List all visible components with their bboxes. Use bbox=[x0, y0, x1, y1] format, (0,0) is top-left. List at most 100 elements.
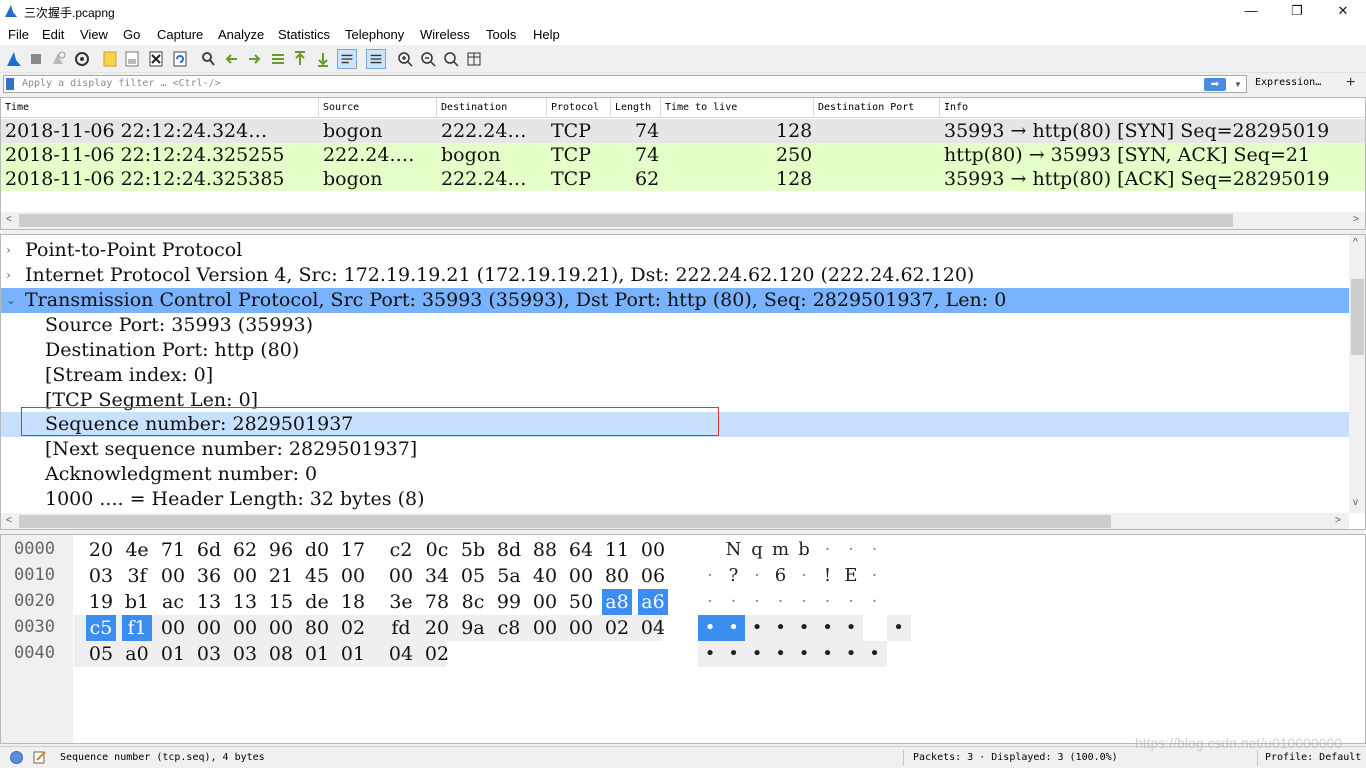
hex-byte[interactable]: 20 bbox=[86, 537, 116, 563]
hex-byte[interactable]: a6 bbox=[638, 589, 668, 615]
hex-byte[interactable]: 02 bbox=[338, 615, 368, 641]
hex-byte[interactable]: c5 bbox=[86, 615, 116, 641]
hex-byte[interactable]: 18 bbox=[338, 589, 368, 615]
ascii-char[interactable]: • bbox=[698, 641, 722, 667]
scrollbar-thumb[interactable] bbox=[19, 515, 1111, 528]
hex-byte[interactable]: 05 bbox=[86, 641, 116, 667]
open-file-icon[interactable] bbox=[100, 49, 120, 69]
hex-byte[interactable]: 80 bbox=[602, 563, 632, 589]
hex-byte[interactable]: 71 bbox=[158, 537, 188, 563]
capture-options-icon[interactable] bbox=[72, 49, 92, 69]
ascii-char[interactable]: • bbox=[745, 615, 769, 641]
ascii-char[interactable]: • bbox=[792, 641, 816, 667]
autoscroll-icon[interactable] bbox=[337, 49, 357, 69]
expression-button[interactable]: Expression… bbox=[1255, 77, 1321, 88]
hex-byte[interactable]: 19 bbox=[86, 589, 116, 615]
hex-byte[interactable]: 17 bbox=[338, 537, 368, 563]
hex-byte[interactable]: 45 bbox=[302, 563, 332, 589]
normal-size-icon[interactable] bbox=[441, 49, 461, 69]
tree-item-next-sequence-number[interactable]: [Next sequence number: 2829501937] bbox=[1, 437, 1349, 462]
hex-byte[interactable]: 00 bbox=[386, 563, 416, 589]
hex-byte[interactable]: 3e bbox=[386, 589, 416, 615]
menu-wireless[interactable]: Wireless bbox=[420, 27, 470, 42]
ascii-char[interactable] bbox=[698, 537, 722, 563]
tree-item-stream-index[interactable]: [Stream index: 0] bbox=[1, 363, 1349, 388]
menu-go[interactable]: Go bbox=[123, 27, 140, 42]
packet-row[interactable]: 2018-11-06 22:12:24.325255 222.24.… bogo… bbox=[1, 143, 1365, 167]
resize-columns-icon[interactable] bbox=[464, 49, 484, 69]
ascii-char[interactable]: • bbox=[815, 615, 840, 641]
apply-filter-button[interactable]: ➡ bbox=[1204, 78, 1226, 91]
ascii-char[interactable]: q bbox=[745, 537, 769, 563]
menu-telephony[interactable]: Telephony bbox=[345, 27, 404, 42]
hex-byte[interactable]: 5b bbox=[458, 537, 488, 563]
ascii-char[interactable]: • bbox=[815, 641, 840, 667]
hex-byte[interactable]: 80 bbox=[302, 615, 332, 641]
hex-byte[interactable]: 36 bbox=[194, 563, 224, 589]
scroll-up-icon[interactable]: ^ bbox=[1353, 237, 1358, 248]
hex-byte[interactable]: 78 bbox=[422, 589, 452, 615]
hex-byte[interactable]: 00 bbox=[194, 615, 224, 641]
hex-byte[interactable]: 00 bbox=[530, 615, 560, 641]
scrollbar-thumb[interactable] bbox=[19, 214, 1233, 227]
ascii-char[interactable]: 6 bbox=[769, 563, 793, 589]
save-file-icon[interactable] bbox=[122, 49, 142, 69]
packet-row[interactable]: 2018-11-06 22:12:24.324… bogon 222.24… T… bbox=[1, 119, 1365, 143]
ascii-char[interactable]: E bbox=[839, 563, 863, 589]
column-header-ttl[interactable]: Time to live bbox=[661, 98, 814, 118]
hex-byte[interactable]: 50 bbox=[566, 589, 596, 615]
hex-byte[interactable]: 00 bbox=[530, 589, 560, 615]
tree-item-source-port[interactable]: Source Port: 35993 (35993) bbox=[1, 313, 1349, 338]
hex-byte[interactable]: 00 bbox=[158, 563, 188, 589]
status-profile[interactable]: Profile: Default bbox=[1265, 752, 1361, 763]
hex-byte[interactable]: fd bbox=[386, 615, 416, 641]
hex-byte[interactable]: 00 bbox=[266, 615, 296, 641]
hex-byte[interactable]: 34 bbox=[422, 563, 452, 589]
ascii-char[interactable]: m bbox=[769, 537, 793, 563]
hex-byte[interactable]: 01 bbox=[158, 641, 188, 667]
hex-byte[interactable]: 13 bbox=[194, 589, 224, 615]
hex-byte[interactable]: 5a bbox=[494, 563, 524, 589]
scroll-down-icon[interactable]: v bbox=[1353, 497, 1358, 508]
ascii-char[interactable]: · bbox=[745, 563, 769, 589]
capture-comment-icon[interactable] bbox=[33, 750, 47, 764]
ascii-char[interactable]: · bbox=[698, 589, 722, 615]
zoom-in-icon[interactable] bbox=[395, 49, 415, 69]
hex-byte[interactable]: d0 bbox=[302, 537, 332, 563]
ascii-char[interactable]: · bbox=[816, 537, 840, 563]
ascii-char[interactable]: · bbox=[769, 589, 793, 615]
find-packet-icon[interactable] bbox=[198, 49, 218, 69]
hex-byte[interactable]: 20 bbox=[422, 615, 452, 641]
colorize-icon[interactable] bbox=[366, 49, 386, 69]
go-to-packet-icon[interactable] bbox=[268, 49, 288, 69]
ascii-char[interactable]: • bbox=[745, 641, 769, 667]
tree-item-destination-port[interactable]: Destination Port: http (80) bbox=[1, 338, 1349, 363]
menu-file[interactable]: File bbox=[8, 27, 29, 42]
ascii-char[interactable]: • bbox=[792, 615, 816, 641]
hex-byte[interactable]: 9a bbox=[458, 615, 488, 641]
hex-byte[interactable]: ac bbox=[158, 589, 188, 615]
tree-item-ppp[interactable]: › Point-to-Point Protocol bbox=[1, 238, 1349, 263]
hex-byte[interactable]: 96 bbox=[266, 537, 296, 563]
hex-byte[interactable]: 15 bbox=[266, 589, 296, 615]
packet-row[interactable]: 2018-11-06 22:12:24.325385 bogon 222.24…… bbox=[1, 167, 1365, 191]
ascii-char[interactable]: N bbox=[722, 537, 746, 563]
filter-bookmark-icon[interactable] bbox=[6, 78, 14, 90]
column-header-info[interactable]: Info bbox=[940, 98, 1365, 118]
tree-item-ipv4[interactable]: › Internet Protocol Version 4, Src: 172.… bbox=[1, 263, 1349, 288]
ascii-char[interactable]: · bbox=[745, 589, 769, 615]
column-header-dst-port[interactable]: Destination Port bbox=[814, 98, 940, 118]
ascii-char[interactable]: • bbox=[721, 641, 746, 667]
tree-item-segment-len[interactable]: [TCP Segment Len: 0] bbox=[1, 388, 1349, 413]
ascii-char[interactable]: · bbox=[863, 563, 887, 589]
hex-byte[interactable]: 03 bbox=[230, 641, 260, 667]
zoom-out-icon[interactable] bbox=[418, 49, 438, 69]
hex-byte[interactable]: 21 bbox=[266, 563, 296, 589]
hex-byte[interactable]: b1 bbox=[122, 589, 152, 615]
hex-byte[interactable]: 11 bbox=[602, 537, 632, 563]
hex-byte[interactable]: 8c bbox=[458, 589, 488, 615]
hex-byte[interactable]: 01 bbox=[302, 641, 332, 667]
hex-byte[interactable]: c2 bbox=[386, 537, 416, 563]
hex-byte[interactable]: 00 bbox=[158, 615, 188, 641]
stop-icon[interactable] bbox=[26, 49, 46, 69]
